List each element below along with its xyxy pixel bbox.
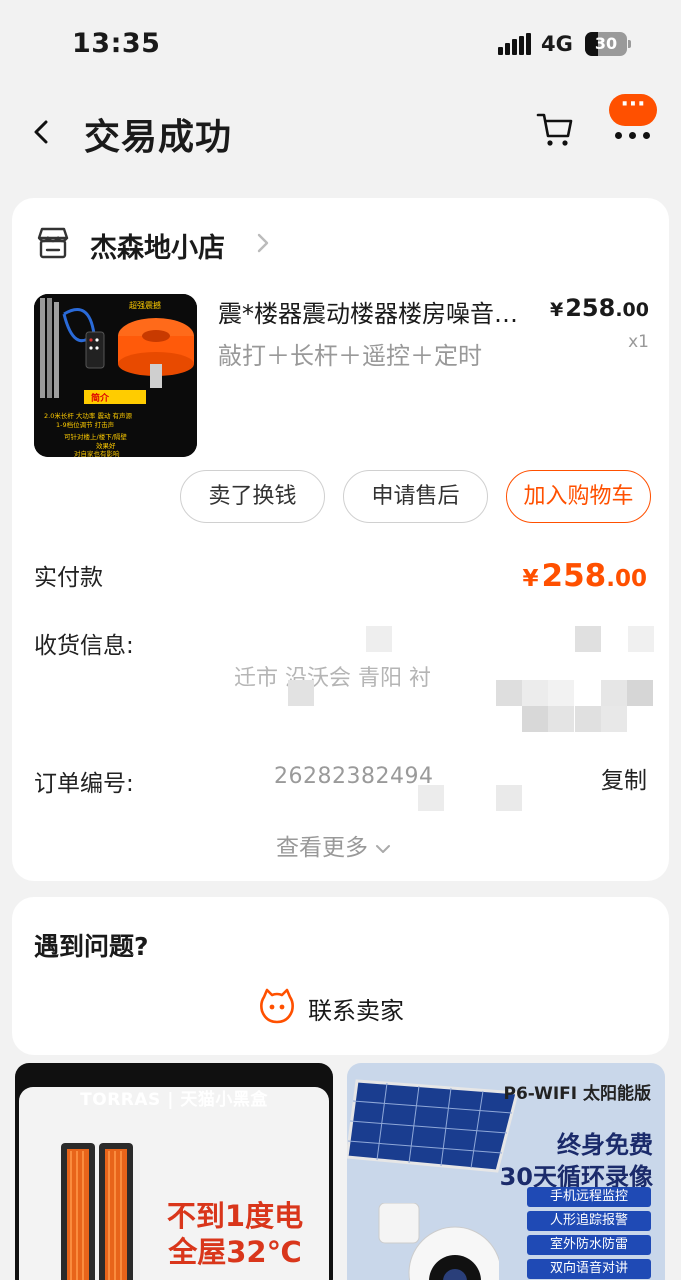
svg-text:超强震撼: 超强震撼: [129, 300, 161, 310]
view-more-button[interactable]: 查看更多: [276, 828, 392, 862]
page-title: 交易成功: [84, 117, 233, 158]
more-dots-icon: [613, 132, 653, 140]
signal-icon: [498, 33, 532, 55]
more-menu-button[interactable]: ···: [609, 94, 657, 142]
paid-amount: ¥258.00: [523, 558, 647, 594]
shipping-label: 收货信息:: [34, 633, 134, 659]
store-name[interactable]: 杰森地小店: [90, 226, 225, 265]
order-number: 26282382494: [274, 764, 434, 789]
currency-symbol: ¥: [549, 299, 564, 321]
rec-headline: 不到1度电 全屋32℃: [155, 1198, 315, 1270]
view-more-label: 查看更多: [276, 835, 368, 861]
product-image[interactable]: 超强震撼 简介 2.0米长杆 大功率 震动 有声源 1-9档位调节 打击声 可针…: [34, 294, 197, 457]
status-time: 13:35: [72, 28, 161, 59]
paid-currency: ¥: [522, 566, 539, 592]
nav-bar: 交易成功 ···: [0, 90, 681, 180]
network-type: 4G: [541, 32, 573, 56]
paid-integer: 258: [541, 558, 607, 594]
shipping-address: 迁市 沿沃会 青阳 衬: [234, 666, 431, 691]
product-spec: 敲打＋长杆＋遥控＋定时: [218, 342, 482, 370]
chevron-down-icon: [376, 844, 390, 853]
message-bubble-icon: ···: [609, 94, 657, 126]
rec-model: P6-WIFI 太阳能版: [503, 1084, 651, 1104]
store-icon: [37, 227, 69, 259]
cart-icon[interactable]: [534, 108, 576, 150]
paid-label: 实付款: [34, 565, 103, 591]
battery-icon: 30: [585, 32, 631, 56]
svg-text:2.0米长杆 大功率 震动 有声源: 2.0米长杆 大功率 震动 有声源: [44, 411, 133, 420]
sell-button[interactable]: 卖了换钱: [180, 470, 325, 523]
seller-face-icon: [260, 988, 294, 1024]
svg-text:简介: 简介: [91, 392, 110, 404]
rec-headline-line-2: 全屋32℃: [168, 1235, 302, 1269]
battery-level: 30: [594, 34, 618, 53]
camera-image: [378, 1203, 499, 1280]
rec-feature: 室外防水防雷: [527, 1235, 651, 1255]
svg-text:效果好: 效果好: [96, 441, 116, 450]
back-arrow-icon[interactable]: [22, 112, 62, 152]
rec-feature: 手机远程监控: [527, 1187, 651, 1207]
rec-brand: TORRAS | 天猫小黑盒: [80, 1090, 268, 1110]
after-sale-button[interactable]: 申请售后: [343, 470, 488, 523]
chevron-right-icon[interactable]: [253, 231, 273, 255]
price-integer: 258: [565, 294, 616, 322]
recommendation-tile[interactable]: P6-WIFI 太阳能版 终身免费 30天循环录像 手机远程监控 人形追踪报警 …: [347, 1063, 665, 1280]
help-card: 遇到问题? 联系卖家: [12, 897, 669, 1055]
copy-button[interactable]: 复制: [601, 761, 647, 795]
svg-text:对自家也有影响: 对自家也有影响: [74, 449, 120, 457]
order-number-label: 订单编号:: [34, 771, 134, 797]
recommendation-tile[interactable]: TORRAS | 天猫小黑盒 不到1度电 全屋32℃: [15, 1063, 333, 1280]
product-title[interactable]: 震*楼器震动楼器楼房噪音反击: [218, 294, 528, 329]
contact-seller-label: 联系卖家: [308, 997, 404, 1025]
rec-feature: 双向语音对讲: [527, 1259, 651, 1279]
heater-image: [61, 1143, 133, 1280]
rec-ad-line-1: 终身免费: [557, 1131, 653, 1159]
help-title: 遇到问题?: [34, 932, 149, 961]
paid-decimal: .00: [606, 566, 647, 592]
price-decimal: .00: [615, 299, 649, 321]
svg-text:可针对楼上/楼下/隔壁: 可针对楼上/楼下/隔壁: [64, 432, 127, 441]
add-to-cart-button[interactable]: 加入购物车: [506, 470, 651, 523]
order-card: 杰森地小店 超强震撼 简介 2.0米长杆 大功率 震动 有声源 1-9档位调节 …: [12, 198, 669, 881]
status-bar: 13:35 4G 30: [0, 0, 681, 90]
product-quantity: x1: [628, 332, 649, 352]
svg-text:1-9档位调节 打击声: 1-9档位调节 打击声: [56, 420, 115, 429]
rec-headline-line-1: 不到1度电: [166, 1199, 304, 1233]
rec-feature: 人形追踪报警: [527, 1211, 651, 1231]
product-price: ¥258.00: [550, 294, 649, 322]
